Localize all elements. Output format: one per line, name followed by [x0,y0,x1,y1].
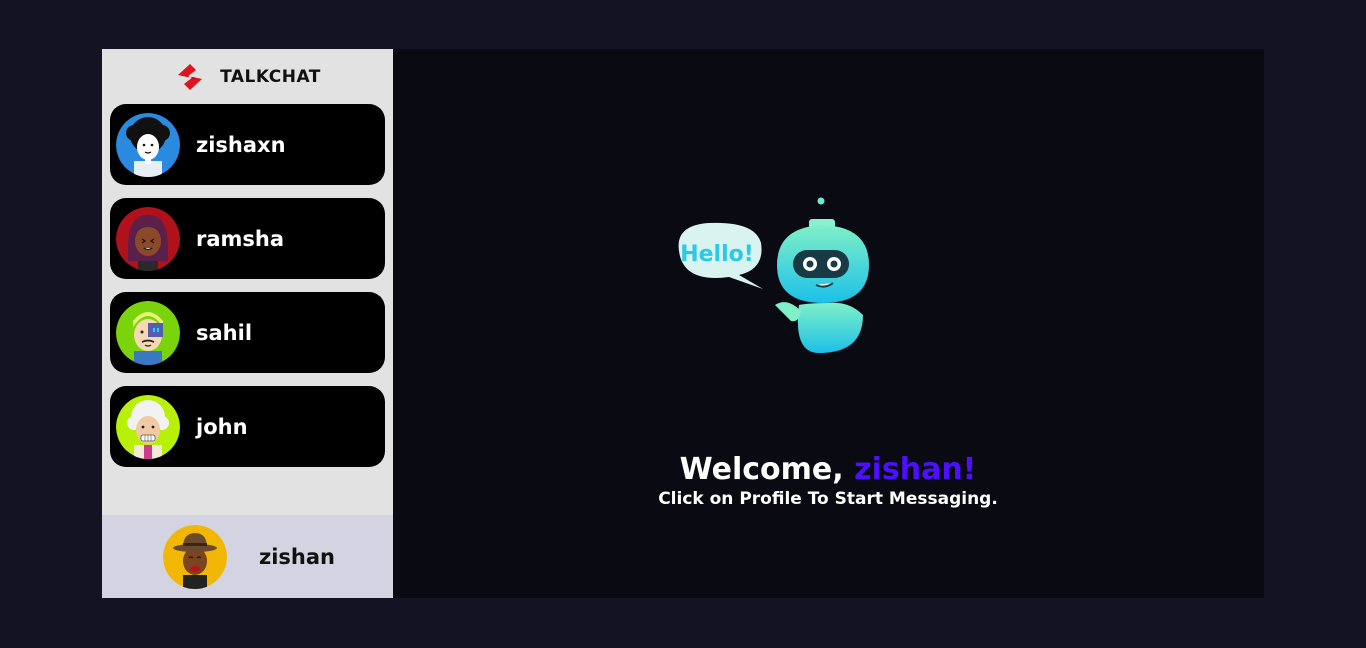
contact-item-ramsha[interactable]: ramsha [110,198,385,279]
hello-robot-illustration: Hello! [678,197,869,353]
contact-name: ramsha [196,226,285,251]
welcome-subtitle: Click on Profile To Start Messaging. [658,489,998,509]
cyborg-avatar [116,300,180,365]
chat-app: TALKCHAT zishaxn ramsha sahil john zisha… [102,49,1264,598]
contact-item-zishaxn[interactable]: zishaxn [110,104,385,185]
current-user-panel: zishan [102,515,393,598]
contact-name: sahil [196,320,253,345]
woman-avatar [116,206,180,271]
current-user-name: zishan [259,544,335,569]
hat-man-avatar [163,524,227,589]
curly-hair-avatar [116,112,180,177]
contact-list: zishaxn ramsha sahil john [102,104,393,467]
welcome-heading: Welcome, zishan! [393,451,1263,489]
sidebar: TALKCHAT zishaxn ramsha sahil john zisha… [102,49,393,598]
contact-name: john [196,414,248,439]
bubble-text: Hello! [680,242,754,267]
brand-name: TALKCHAT [220,66,321,87]
talkchat-logo-icon [178,63,203,90]
contact-item-sahil[interactable]: sahil [110,292,385,373]
contact-name: zishaxn [196,132,286,157]
contact-item-john[interactable]: john [110,386,385,467]
welcome-panel: Hello! Welcome, zishan! Click on Profile… [393,49,1264,598]
welcome-username: zishan! [854,452,977,487]
welcome-message: Welcome, zishan! Click on Profile To Sta… [393,451,1263,509]
brand: TALKCHAT [102,49,393,104]
welcome-greeting: Welcome, [679,452,844,487]
old-man-avatar [116,394,180,459]
